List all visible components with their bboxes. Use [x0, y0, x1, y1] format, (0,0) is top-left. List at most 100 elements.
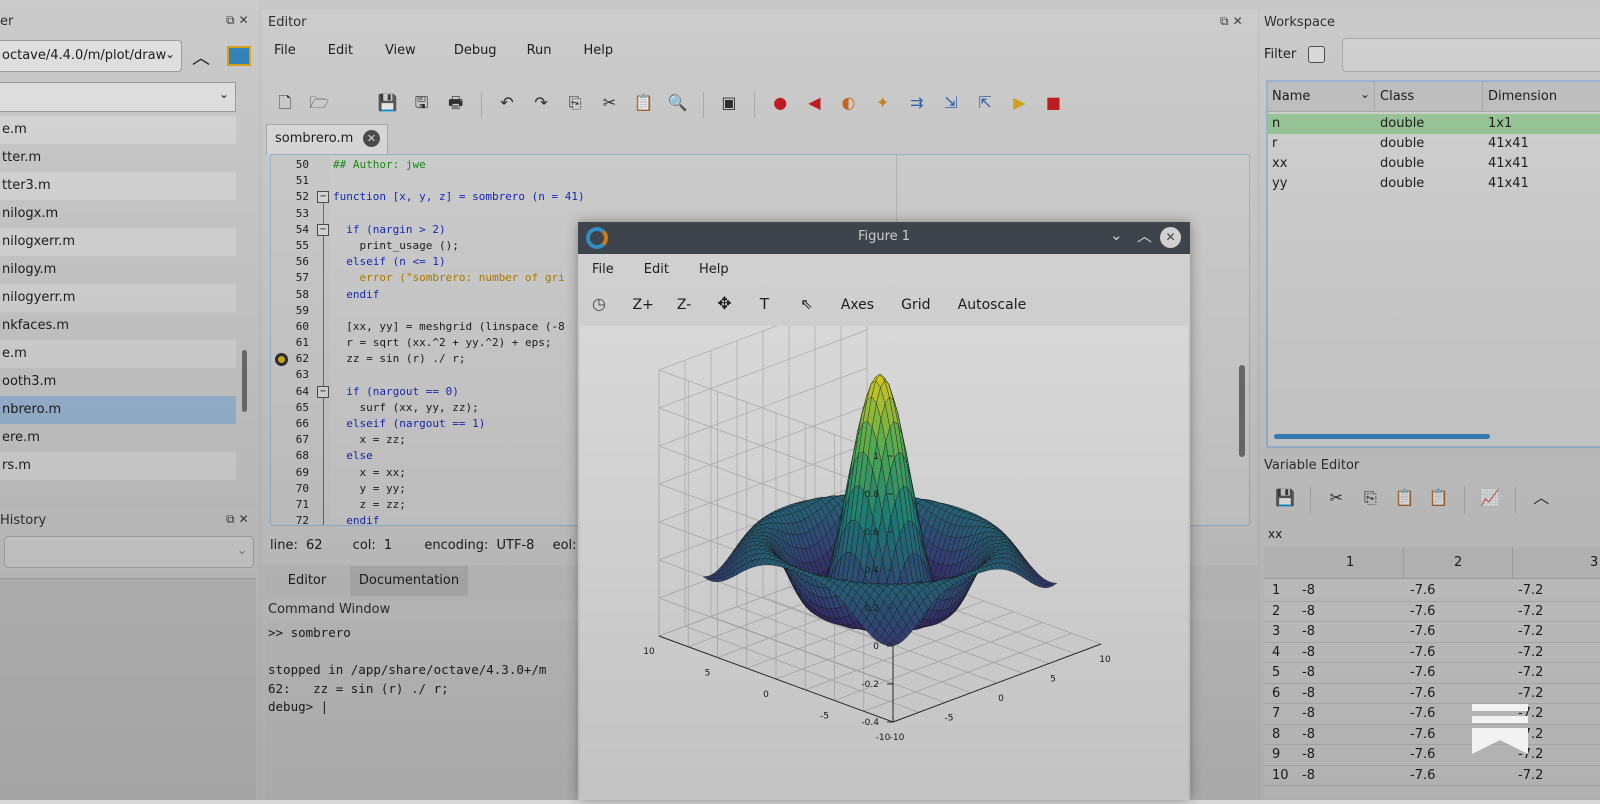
variable-row[interactable]: 7 -8 -7.6 -7.2	[1264, 704, 1600, 725]
save-as-icon[interactable]: 🖫	[407, 88, 437, 118]
variable-cell[interactable]: -8	[1302, 602, 1315, 623]
paste-icon[interactable]: 📋	[1390, 483, 1420, 513]
variable-cell[interactable]: -8	[1302, 684, 1315, 705]
figure-canvas[interactable]: 1 0.8 0.6 0.4 0.2 0 -0.2 -0.4 10 5 0 -5 -10 -10 -5 0 5 10	[580, 291, 1188, 800]
find-icon[interactable]: 🔍	[663, 88, 693, 118]
variable-cell[interactable]: -8	[1302, 663, 1315, 684]
file-list-item[interactable]: nbrero.m	[0, 396, 236, 424]
text-tool-icon[interactable]: T	[760, 295, 796, 313]
grid-button[interactable]: Grid	[901, 297, 953, 313]
file-list-item[interactable]: nilogy.m	[0, 256, 236, 284]
variable-row[interactable]: 1 -8 -7.6 -7.2	[1264, 581, 1600, 602]
file-list-item[interactable]: nkfaces.m	[0, 312, 236, 340]
save-icon[interactable]: 💾	[1270, 483, 1300, 513]
chevron-up-icon[interactable]: ︿	[1526, 483, 1556, 513]
tab-editor[interactable]: Editor	[266, 566, 348, 596]
fold-marker-icon[interactable]: −	[317, 223, 329, 236]
variable-row[interactable]: 9 -8 -7.6 -7.2	[1264, 745, 1600, 766]
workspace-row[interactable]: yy double 41x41	[1268, 174, 1600, 194]
variable-cell[interactable]: -8	[1302, 745, 1315, 766]
undo-icon[interactable]: ↶	[492, 88, 522, 118]
redo-icon[interactable]: ↷	[526, 88, 556, 118]
variable-row[interactable]: 2 -8 -7.6 -7.2	[1264, 602, 1600, 623]
fold-marker-icon[interactable]: −	[317, 191, 329, 204]
variable-cell[interactable]: -7.6	[1410, 622, 1435, 643]
column-header-name[interactable]: Name	[1272, 89, 1310, 104]
step-icon[interactable]: ⇉	[902, 88, 932, 118]
close-icon[interactable]: ✕	[1160, 227, 1181, 248]
variable-cell[interactable]: -7.2	[1518, 643, 1543, 664]
file-list-item[interactable]: nilogx.m	[0, 200, 236, 228]
step-out-icon[interactable]: ⇱	[970, 88, 1000, 118]
copy-icon[interactable]: ⎘	[1355, 483, 1385, 513]
menu-debug[interactable]: Debug	[454, 43, 497, 58]
variable-cell[interactable]: -7.2	[1518, 663, 1543, 684]
autoscale-button[interactable]: Autoscale	[958, 297, 1027, 313]
zoom-out-button[interactable]: Z-	[677, 297, 713, 313]
menu-edit[interactable]: Edit	[328, 43, 353, 58]
variable-cell[interactable]: -7.2	[1518, 745, 1543, 766]
figure-menu-file[interactable]: File	[592, 262, 614, 277]
open-folder-icon[interactable]: 🗁	[304, 88, 334, 118]
rotate-icon[interactable]: ◷	[592, 294, 628, 313]
workspace-hscrollbar[interactable]	[1274, 434, 1490, 439]
file-list-item[interactable]: nilogyerr.m	[0, 284, 236, 312]
file-list-scrollbar[interactable]	[242, 350, 247, 412]
file-browser-dock-buttons[interactable]: ⧉✕	[226, 13, 253, 28]
variable-cell[interactable]: -8	[1302, 766, 1315, 787]
figure-titlebar[interactable]: Figure 1 ⌄ ︿ ✕	[578, 222, 1190, 254]
menu-view[interactable]: View	[385, 43, 416, 58]
continue-icon[interactable]: ▶	[1004, 88, 1034, 118]
editor-scrollbar[interactable]	[1239, 365, 1245, 457]
variable-cell[interactable]: -7.6	[1410, 725, 1435, 746]
file-list-item[interactable]: e.m	[0, 340, 236, 368]
file-list-item[interactable]: tter.m	[0, 144, 236, 172]
file-list-item[interactable]: ooth3.m	[0, 368, 236, 396]
filter-checkbox[interactable]	[1308, 46, 1325, 63]
workspace-row[interactable]: r double 41x41	[1268, 134, 1600, 154]
variable-cell[interactable]: -8	[1302, 704, 1315, 725]
menu-file[interactable]: File	[274, 43, 296, 58]
variable-cell[interactable]: -7.2	[1518, 602, 1543, 623]
octave-folder-icon[interactable]	[227, 46, 251, 66]
variable-cell[interactable]: -7.6	[1410, 684, 1435, 705]
variable-row[interactable]: 5 -8 -7.6 -7.2	[1264, 663, 1600, 684]
variable-cell[interactable]: -8	[1302, 643, 1315, 664]
paste-table-icon[interactable]: 📋	[1424, 483, 1454, 513]
variable-cell[interactable]: -8	[1302, 725, 1315, 746]
variable-cell[interactable]: -7.6	[1410, 663, 1435, 684]
file-list-item[interactable]: tter3.m	[0, 172, 236, 200]
previous-breakpoint-icon[interactable]: ◐	[834, 88, 864, 118]
editor-tab[interactable]: sombrero.m ✕	[266, 124, 388, 154]
variable-cell[interactable]: -7.6	[1410, 745, 1435, 766]
variable-row[interactable]: 10 -8 -7.6 -7.2	[1264, 766, 1600, 787]
variable-cell[interactable]: -8	[1302, 622, 1315, 643]
variable-cell[interactable]: -7.2	[1518, 581, 1543, 602]
variable-cell[interactable]: -7.6	[1410, 581, 1435, 602]
variable-cell[interactable]: -7.2	[1518, 684, 1543, 705]
variable-cell[interactable]: -7.2	[1518, 622, 1543, 643]
variable-cell[interactable]: -7.6	[1410, 766, 1435, 787]
filter-input[interactable]	[1342, 38, 1600, 72]
maximize-icon[interactable]: ︿	[1137, 225, 1152, 246]
variable-row[interactable]: 8 -8 -7.6 -7.2	[1264, 725, 1600, 746]
save-icon[interactable]: 💾	[372, 88, 402, 118]
variable-cell[interactable]: -7.2	[1518, 766, 1543, 787]
new-file-icon[interactable]: 🗋	[270, 88, 300, 118]
column-header-dimension[interactable]: Dimension	[1488, 89, 1557, 104]
workspace-row[interactable]: xx double 41x41	[1268, 154, 1600, 174]
select-pointer-icon[interactable]: ⇖	[800, 295, 836, 313]
figure-menu-edit[interactable]: Edit	[644, 262, 669, 277]
step-in-icon[interactable]: ⇲	[936, 88, 966, 118]
history-dock-buttons[interactable]: ⧉✕	[226, 512, 253, 527]
variable-cell[interactable]: -7.6	[1410, 643, 1435, 664]
tab-documentation[interactable]: Documentation	[350, 566, 468, 596]
variable-cell[interactable]: -7.6	[1410, 602, 1435, 623]
file-list-item[interactable]: e.m	[0, 116, 236, 144]
close-tab-icon[interactable]: ✕	[363, 130, 380, 147]
menu-help[interactable]: Help	[584, 43, 614, 58]
parent-dir-button[interactable]: ︿	[192, 44, 210, 70]
axes-button[interactable]: Axes	[841, 297, 897, 313]
pan-icon[interactable]: ✥	[717, 294, 755, 314]
column-header-class[interactable]: Class	[1380, 89, 1414, 104]
